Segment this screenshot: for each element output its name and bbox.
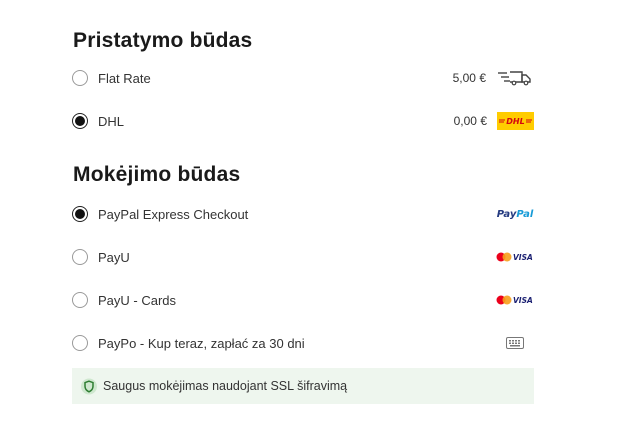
dhl-logo: DHL: [497, 112, 534, 130]
payment-option-payu-cards[interactable]: PayU - Cards VISA: [72, 289, 534, 311]
payment-option-label: PayU: [98, 249, 130, 265]
svg-text:DHL: DHL: [506, 117, 524, 126]
secure-payment-notice: Saugus mokėjimas naudojant SSL šifravimą: [72, 368, 534, 404]
payment-option-payu[interactable]: PayU VISA: [72, 246, 534, 268]
radio-button[interactable]: [72, 292, 88, 308]
shipping-option-dhl[interactable]: DHL 0,00 € DHL: [72, 110, 534, 132]
shipping-option-flat-rate[interactable]: Flat Rate 5,00 €: [72, 67, 534, 89]
shipping-price: 5,00 €: [452, 71, 486, 85]
radio-button[interactable]: [72, 249, 88, 265]
svg-text:VISA: VISA: [513, 296, 533, 305]
radio-button[interactable]: [72, 70, 88, 86]
delivery-truck-icon: [496, 69, 534, 87]
secure-payment-text: Saugus mokėjimas naudojant SSL šifravimą: [103, 379, 348, 393]
mastercard-visa-logo: VISA: [496, 291, 534, 309]
payment-option-label: PayPal Express Checkout: [98, 206, 249, 222]
shipping-option-label: Flat Rate: [98, 70, 151, 86]
shipping-title: Pristatymo būdas: [73, 29, 253, 52]
payment-option-label: PayPo - Kup teraz, zapłać za 30 dni: [98, 335, 305, 351]
svg-text:VISA: VISA: [513, 253, 533, 262]
shield-icon: [81, 378, 97, 395]
keyboard-icon: [496, 334, 534, 352]
mastercard-visa-logo: VISA: [496, 248, 534, 266]
payment-option-label: PayU - Cards: [98, 292, 177, 308]
radio-button-selected[interactable]: [72, 206, 88, 222]
shipping-price: 0,00 €: [453, 114, 487, 128]
payment-option-paypal[interactable]: PayPal Express Checkout Pay Pal: [72, 203, 534, 225]
payment-title: Mokėjimo būdas: [73, 163, 241, 186]
paypal-logo: Pay Pal: [496, 208, 534, 220]
payment-option-paypo[interactable]: PayPo - Kup teraz, zapłać za 30 dni: [72, 332, 534, 354]
shipping-option-label: DHL: [98, 113, 125, 129]
radio-button-selected[interactable]: [72, 113, 88, 129]
radio-button[interactable]: [72, 335, 88, 351]
